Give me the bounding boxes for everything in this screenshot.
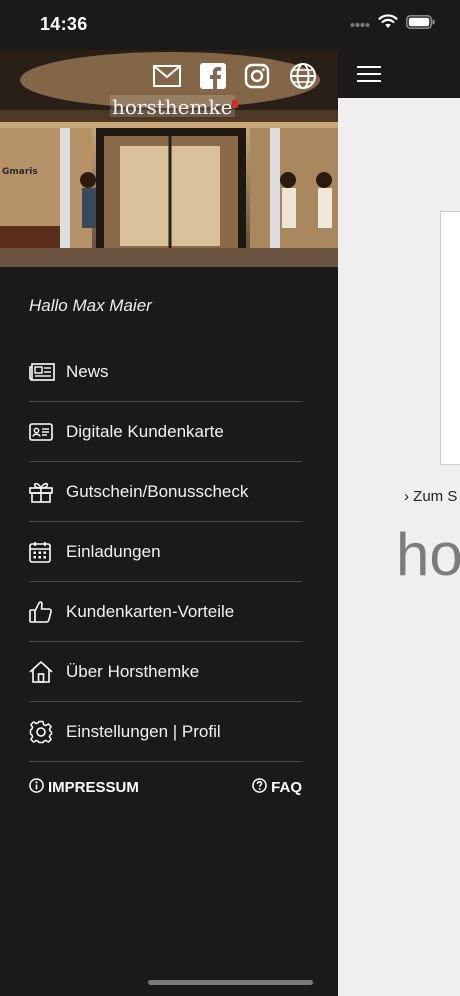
hamburger-menu-icon[interactable] bbox=[357, 66, 381, 82]
battery-icon bbox=[406, 14, 436, 34]
home-icon bbox=[29, 660, 59, 684]
gear-icon bbox=[29, 720, 59, 744]
greeting-text: Hallo Max Maier bbox=[29, 296, 152, 315]
store-side-text: Gmaris bbox=[2, 167, 38, 177]
menu-item-ueber-horsthemke[interactable]: Über Horsthemke bbox=[29, 642, 302, 702]
menu-item-label: Gutschein/Bonusscheck bbox=[66, 481, 249, 501]
main-content-panel[interactable]: › Zum S ho bbox=[338, 0, 460, 996]
menu-item-einstellungen-profil[interactable]: Einstellungen | Profil bbox=[29, 702, 302, 762]
status-bar: 14:36 bbox=[0, 0, 460, 50]
menu-item-label: Kundenkarten-Vorteile bbox=[66, 601, 235, 621]
menu-item-gutschein[interactable]: Gutschein/Bonusscheck bbox=[29, 462, 302, 522]
menu-item-news[interactable]: News bbox=[29, 342, 302, 402]
menu-item-einladungen[interactable]: Einladungen bbox=[29, 522, 302, 582]
menu-item-kundenkarten-vorteile[interactable]: Kundenkarten-Vorteile bbox=[29, 582, 302, 642]
store-sign-text: horsthemke bbox=[112, 95, 232, 119]
id-card-icon bbox=[29, 420, 59, 444]
impressum-link[interactable]: IMPRESSUM bbox=[29, 778, 139, 797]
facebook-icon[interactable] bbox=[198, 61, 228, 91]
globe-icon[interactable] bbox=[288, 61, 318, 91]
menu-item-digitale-kundenkarte[interactable]: Digitale Kundenkarte bbox=[29, 402, 302, 462]
thumbs-up-icon bbox=[29, 600, 59, 624]
wifi-icon bbox=[378, 14, 398, 34]
drawer-footer: IMPRESSUM FAQ bbox=[29, 778, 302, 797]
store-link[interactable]: › Zum S bbox=[404, 488, 457, 505]
home-indicator[interactable] bbox=[148, 980, 313, 985]
drawer-menu: News Digitale Kundenkarte Gutschein/Bonu… bbox=[29, 342, 302, 762]
info-icon bbox=[29, 778, 44, 797]
content-card bbox=[440, 211, 460, 465]
gift-icon bbox=[29, 480, 59, 504]
faq-label: FAQ bbox=[271, 779, 302, 796]
status-time: 14:36 bbox=[40, 14, 88, 34]
help-icon bbox=[252, 778, 267, 797]
newspaper-icon bbox=[29, 360, 59, 384]
faq-link[interactable]: FAQ bbox=[252, 778, 302, 797]
mail-icon[interactable] bbox=[152, 61, 182, 91]
horsthemke-logo-text: ho bbox=[396, 521, 460, 588]
menu-item-label: Digitale Kundenkarte bbox=[66, 421, 224, 441]
calendar-icon bbox=[29, 540, 59, 564]
menu-item-label: News bbox=[66, 361, 109, 381]
impressum-label: IMPRESSUM bbox=[48, 779, 139, 796]
menu-item-label: Einstellungen | Profil bbox=[66, 721, 221, 741]
menu-item-label: Einladungen bbox=[66, 541, 161, 561]
menu-item-label: Über Horsthemke bbox=[66, 661, 200, 681]
signal-icon bbox=[350, 15, 370, 33]
instagram-icon[interactable] bbox=[242, 61, 272, 91]
navigation-drawer: horsthemke Gmaris Hallo Max Maier News D… bbox=[0, 0, 338, 996]
